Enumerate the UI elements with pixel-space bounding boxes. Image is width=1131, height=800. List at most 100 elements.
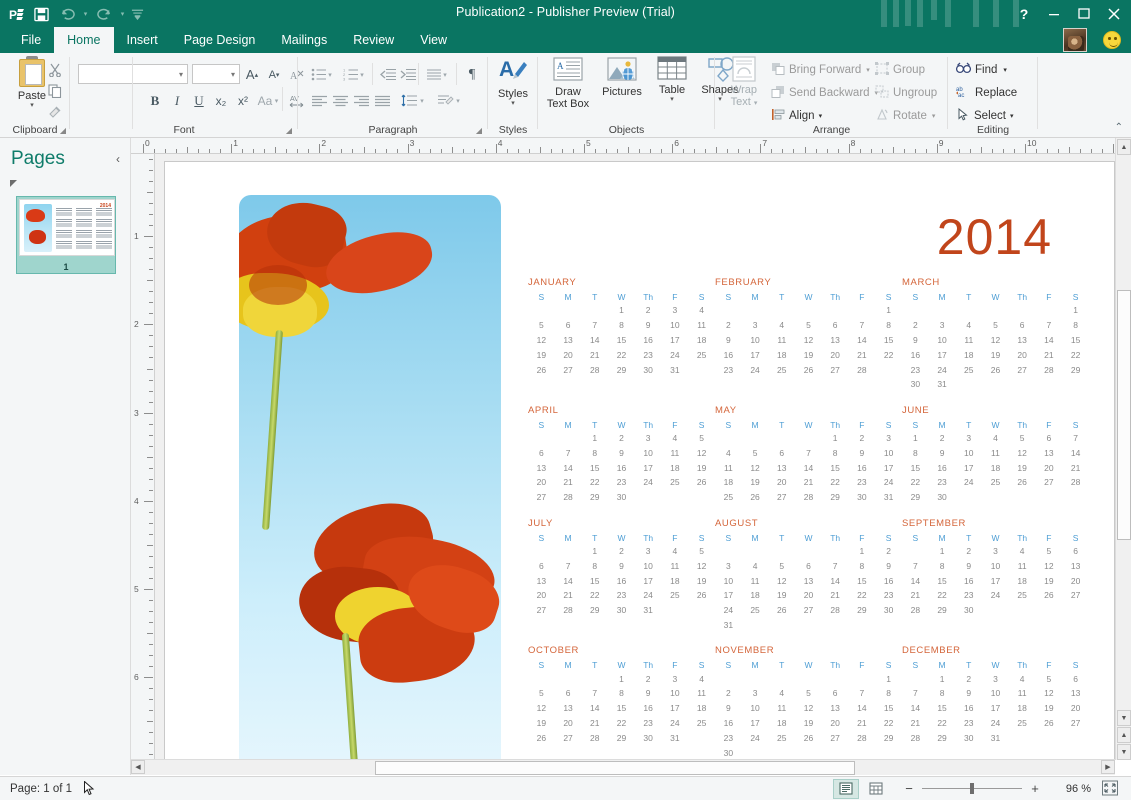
- collapse-ribbon-icon[interactable]: ⌃: [1115, 122, 1123, 133]
- align-dropdown-icon[interactable]: ▾: [819, 112, 823, 120]
- styles-dropdown-icon[interactable]: ▾: [511, 100, 515, 107]
- line-spacing-dropdown-icon[interactable]: ▾: [417, 90, 427, 111]
- vertical-scrollbar-thumb[interactable]: [1117, 290, 1131, 540]
- tab-review[interactable]: Review: [340, 27, 407, 53]
- close-button[interactable]: [1099, 2, 1129, 26]
- user-avatar[interactable]: [1063, 28, 1087, 52]
- group-label: Group: [893, 64, 925, 76]
- scroll-left-button[interactable]: ◀: [131, 760, 145, 774]
- month-july[interactable]: JULYSMTWThFS1234567891011121314151617181…: [528, 518, 715, 633]
- pages-pane-expander-icon[interactable]: [10, 180, 17, 187]
- align-right-icon[interactable]: [350, 90, 372, 111]
- change-case-dropdown-icon[interactable]: ▾: [272, 90, 281, 111]
- table-dropdown-icon[interactable]: ▾: [670, 96, 674, 103]
- month-january[interactable]: JANUARYSMTWThFS1234567891011121314151617…: [528, 277, 715, 392]
- align-left-icon[interactable]: [308, 90, 330, 111]
- font-name-dropdown-icon[interactable]: ▾: [179, 70, 183, 79]
- normal-view-button[interactable]: [833, 779, 859, 799]
- horizontal-ruler[interactable]: 012345678910: [131, 138, 1131, 154]
- find-dropdown-icon[interactable]: ▾: [1003, 66, 1007, 74]
- month-november[interactable]: NOVEMBERSMTWThFS123456789101112131415161…: [715, 645, 902, 760]
- month-august[interactable]: AUGUSTSMTWThFS12345678910111213141516171…: [715, 518, 902, 633]
- font-name-input[interactable]: ▾: [78, 64, 188, 84]
- italic-button[interactable]: I: [166, 90, 188, 111]
- date-cell: 11: [688, 686, 715, 701]
- tab-home[interactable]: Home: [54, 27, 113, 53]
- horizontal-scrollbar[interactable]: ◀ ▶: [131, 759, 1115, 775]
- underline-button[interactable]: U: [188, 90, 210, 111]
- zoom-out-button[interactable]: −: [901, 781, 917, 796]
- align-center-icon[interactable]: [329, 90, 351, 111]
- font-dialog-launcher[interactable]: ◢: [286, 126, 292, 135]
- copy-icon[interactable]: [44, 80, 66, 101]
- month-march[interactable]: MARCHSMTWThFS123456789101112131415161718…: [902, 277, 1089, 392]
- increase-indent-icon[interactable]: [397, 64, 419, 85]
- find-button[interactable]: Find ▾: [956, 60, 1007, 80]
- table-button[interactable]: Table ▾: [650, 56, 694, 103]
- tab-view[interactable]: View: [407, 27, 460, 53]
- draw-text-box-button[interactable]: A DrawText Box: [542, 56, 594, 110]
- paragraph-spacing-dropdown-icon[interactable]: ▾: [440, 64, 450, 85]
- fit-page-button[interactable]: [1101, 780, 1123, 798]
- subscript-button[interactable]: x₂: [210, 90, 232, 111]
- flower-photo[interactable]: [239, 195, 501, 760]
- collapse-pages-pane-button[interactable]: ‹: [116, 152, 120, 166]
- select-button[interactable]: Select ▾: [956, 106, 1013, 126]
- month-december[interactable]: DECEMBERSMTWThFS123456789101112131415161…: [902, 645, 1089, 760]
- vertical-scrollbar[interactable]: ▲ ▼ ▲ ▼: [1115, 138, 1131, 760]
- justify-icon[interactable]: [371, 90, 393, 111]
- grow-font-icon[interactable]: A▴: [242, 64, 262, 85]
- font-size-dropdown-icon[interactable]: ▾: [231, 70, 235, 79]
- zoom-slider-track[interactable]: [922, 788, 1022, 789]
- decrease-indent-icon[interactable]: [377, 64, 399, 85]
- superscript-button[interactable]: x²: [232, 90, 254, 111]
- paste-dropdown-icon[interactable]: ▾: [30, 102, 34, 109]
- align-button[interactable]: Align ▾: [771, 106, 822, 126]
- help-button[interactable]: ?: [1009, 2, 1039, 26]
- scroll-up-button[interactable]: ▲: [1117, 139, 1131, 155]
- document-canvas[interactable]: 2014 JANUARYSMTWThFS12345678910111213141…: [155, 154, 1115, 760]
- page-thumbnail-1[interactable]: 2014 1: [16, 196, 116, 274]
- select-dropdown-icon[interactable]: ▾: [1010, 112, 1014, 120]
- tab-file[interactable]: File: [8, 27, 54, 53]
- tab-insert[interactable]: Insert: [114, 27, 171, 53]
- shrink-font-icon[interactable]: A▾: [264, 64, 284, 85]
- maximize-button[interactable]: [1069, 2, 1099, 26]
- show-formatting-marks-button[interactable]: ¶: [461, 64, 483, 85]
- format-painter-icon[interactable]: [44, 101, 66, 122]
- month-june[interactable]: JUNESMTWThFS1234567891011121314151617181…: [902, 405, 1089, 505]
- font-size-input[interactable]: ▾: [192, 64, 240, 84]
- next-page-button[interactable]: ▼: [1117, 744, 1131, 760]
- zoom-in-button[interactable]: +: [1027, 781, 1043, 796]
- clipboard-dialog-launcher[interactable]: ◢: [60, 126, 66, 135]
- date-cell: 10: [635, 558, 662, 573]
- tab-page-design[interactable]: Page Design: [171, 27, 269, 53]
- bullets-dropdown-icon[interactable]: ▾: [325, 64, 335, 85]
- previous-page-button[interactable]: ▲: [1117, 727, 1131, 743]
- shading-dropdown-icon[interactable]: ▾: [453, 90, 463, 111]
- month-may[interactable]: MAYSMTWThFS12345678910111213141516171819…: [715, 405, 902, 505]
- numbering-dropdown-icon[interactable]: ▾: [357, 64, 367, 85]
- tab-mailings[interactable]: Mailings: [268, 27, 340, 53]
- zoom-control[interactable]: − +: [901, 781, 1043, 796]
- master-page-view-button[interactable]: [863, 779, 889, 799]
- replace-button[interactable]: abac Replace: [956, 83, 1017, 103]
- styles-button[interactable]: A Styles ▾: [487, 56, 539, 107]
- zoom-level[interactable]: 96 %: [1051, 783, 1091, 795]
- cut-icon[interactable]: [44, 59, 66, 80]
- scroll-down-button[interactable]: ▼: [1117, 710, 1131, 726]
- horizontal-scrollbar-thumb[interactable]: [375, 761, 855, 775]
- vertical-ruler[interactable]: 1234567: [131, 154, 155, 760]
- month-april[interactable]: APRILSMTWThFS123456789101112131415161718…: [528, 405, 715, 505]
- minimize-button[interactable]: [1039, 2, 1069, 26]
- paragraph-dialog-launcher[interactable]: ◢: [476, 126, 482, 135]
- zoom-slider-thumb[interactable]: [970, 783, 974, 794]
- month-september[interactable]: SEPTEMBERSMTWThFS12345678910111213141516…: [902, 518, 1089, 633]
- feedback-smiley-icon[interactable]: [1103, 31, 1121, 49]
- month-february[interactable]: FEBRUARYSMTWThFS123456789101112131415161…: [715, 277, 902, 392]
- bold-button[interactable]: B: [144, 90, 166, 111]
- publication-page[interactable]: 2014 JANUARYSMTWThFS12345678910111213141…: [164, 161, 1115, 760]
- month-october[interactable]: OCTOBERSMTWThFS1234567891011121314151617…: [528, 645, 715, 760]
- scroll-right-button[interactable]: ▶: [1101, 760, 1115, 774]
- pictures-button[interactable]: Pictures: [596, 56, 648, 98]
